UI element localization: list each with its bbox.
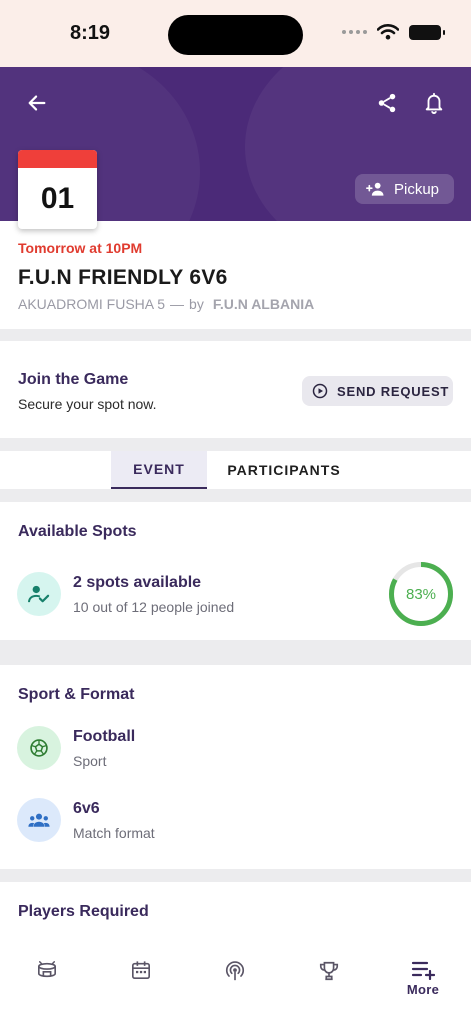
status-time: 8:19	[70, 22, 111, 44]
group-icon	[17, 798, 61, 842]
battery-icon	[409, 24, 445, 40]
by-label: by	[189, 296, 204, 312]
nav-item-more[interactable]: More	[403, 960, 443, 997]
bell-icon	[425, 92, 443, 114]
players-required-title: Players Required	[18, 903, 149, 920]
join-section: Join the Game Secure your spot now. SEND…	[0, 341, 471, 438]
cellular-dots-icon	[342, 30, 367, 34]
stadium-icon	[38, 961, 56, 978]
add-group-icon	[366, 182, 384, 196]
share-icon	[378, 93, 396, 113]
status-icons	[342, 24, 445, 40]
venue-separator: —	[170, 296, 185, 312]
calendar-icon	[132, 961, 150, 979]
event-info: Tomorrow at 10PM F.U.N FRIENDLY 6V6 AKUA…	[0, 221, 471, 329]
tab-bar: EVENT PARTICIPANTS	[0, 451, 471, 489]
event-time: Tomorrow at 10PM	[18, 240, 143, 256]
progress-percent: 83%	[405, 585, 437, 603]
back-button[interactable]	[19, 85, 55, 121]
join-subtitle: Secure your spot now.	[18, 396, 157, 412]
nav-item-tournaments[interactable]	[309, 960, 349, 982]
play-circle-icon	[312, 383, 328, 399]
players-required-card: Players Required	[0, 882, 471, 942]
sport-format-card: Sport & Format Football Sport 6v6 Match …	[0, 665, 471, 869]
soccer-ball-icon	[17, 726, 61, 770]
sport-format-title: Sport & Format	[18, 686, 135, 703]
event-title: F.U.N FRIENDLY 6V6	[18, 266, 228, 289]
join-title: Join the Game	[18, 371, 129, 388]
nav-item-calendar[interactable]	[121, 960, 161, 980]
sport-caption: Sport	[73, 753, 107, 769]
tab-participants[interactable]: PARTICIPANTS	[218, 451, 350, 489]
date-day: 01	[40, 182, 75, 215]
nav-item-live[interactable]	[215, 960, 255, 982]
organizer-link[interactable]: F.U.N ALBANIA	[213, 296, 314, 312]
sport-value: Football	[73, 728, 136, 745]
wifi-icon	[377, 24, 399, 40]
share-button[interactable]	[369, 85, 405, 121]
nav-label-more: More	[406, 982, 440, 997]
pickup-label: Pickup	[394, 180, 440, 198]
format-value: 6v6	[73, 800, 100, 817]
send-request-label: SEND REQUEST	[337, 383, 450, 399]
spots-headline: 2 spots available	[73, 574, 202, 591]
trophy-icon	[319, 961, 339, 981]
spots-detail: 10 out of 12 people joined	[73, 599, 235, 615]
notifications-button[interactable]	[416, 85, 452, 121]
nav-item-venues[interactable]	[27, 960, 67, 980]
pickup-badge[interactable]: Pickup	[355, 174, 454, 204]
date-badge-header	[18, 150, 97, 168]
playlist-add-icon	[411, 961, 435, 980]
available-spots-card: Available Spots 2 spots available 10 out…	[0, 502, 471, 640]
available-spots-title: Available Spots	[18, 523, 137, 540]
venue-line: AKUADROMI FUSHA 5 — by F.U.N ALBANIA	[18, 296, 314, 312]
arrow-left-icon	[28, 95, 46, 111]
dynamic-island	[168, 15, 303, 55]
date-badge: 01	[18, 150, 97, 229]
format-caption: Match format	[73, 825, 155, 841]
venue-name: AKUADROMI FUSHA 5	[18, 296, 166, 312]
person-check-icon	[17, 572, 61, 616]
bottom-nav: More	[0, 942, 471, 1024]
broadcast-icon	[225, 961, 245, 981]
tab-event[interactable]: EVENT	[111, 451, 207, 489]
send-request-button[interactable]: SEND REQUEST	[302, 376, 453, 406]
status-bar: 8:19	[0, 0, 471, 67]
